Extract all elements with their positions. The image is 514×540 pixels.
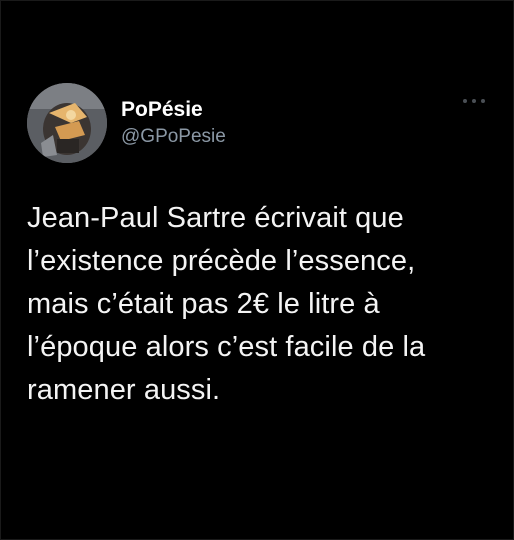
avatar-image <box>27 83 107 163</box>
author-display-name[interactable]: PoPésie <box>121 97 226 123</box>
tweet-text: Jean-Paul Sartre écrivait que l’existenc… <box>27 202 426 406</box>
screenshot-frame: PoPésie @GPoPesie Jean-Paul Sartre écriv… <box>0 0 514 540</box>
more-options-icon[interactable] <box>463 97 485 105</box>
more-dot <box>481 99 485 103</box>
tweet-card: PoPésie @GPoPesie Jean-Paul Sartre écriv… <box>27 83 491 412</box>
avatar[interactable] <box>27 83 107 163</box>
author-handle[interactable]: @GPoPesie <box>121 125 226 149</box>
more-dot <box>463 99 467 103</box>
author-identity: PoPésie @GPoPesie <box>121 97 226 149</box>
tweet-header: PoPésie @GPoPesie <box>27 83 491 163</box>
more-dot <box>472 99 476 103</box>
